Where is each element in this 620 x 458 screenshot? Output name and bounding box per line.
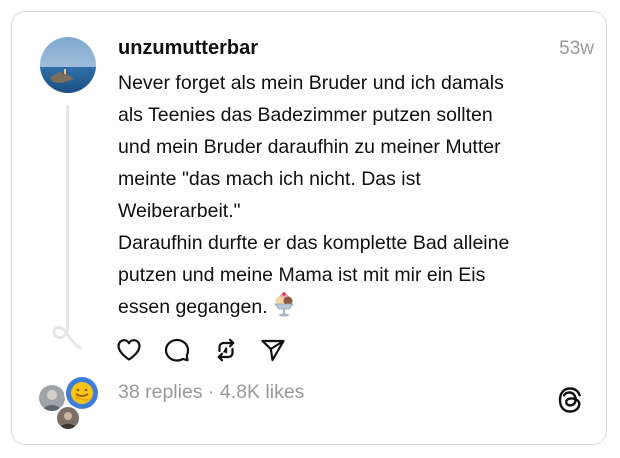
speech-bubble-icon	[164, 338, 190, 362]
like-button[interactable]	[114, 335, 144, 365]
thread-line	[66, 105, 69, 327]
post-stats[interactable]: 38 replies · 4.8K likes	[118, 381, 304, 404]
post-text: Never forget als mein Bruder und ich dam…	[118, 67, 588, 327]
repost-icon	[217, 338, 235, 362]
repost-button[interactable]	[211, 335, 241, 365]
post-text-content: Never forget als mein Bruder und ich dam…	[118, 72, 510, 318]
post-timestamp: 53w	[559, 38, 594, 59]
heart-icon	[117, 339, 141, 361]
author-username[interactable]: unzumutterbar	[118, 37, 258, 60]
replier-avatar	[55, 405, 81, 431]
threads-logo-icon[interactable]	[556, 386, 584, 414]
thread-loop-icon	[52, 318, 82, 350]
author-avatar[interactable]	[40, 37, 96, 93]
reply-button[interactable]	[162, 335, 192, 365]
send-icon	[261, 339, 285, 362]
ice-cream-emoji	[272, 291, 296, 327]
share-button[interactable]	[258, 335, 288, 365]
